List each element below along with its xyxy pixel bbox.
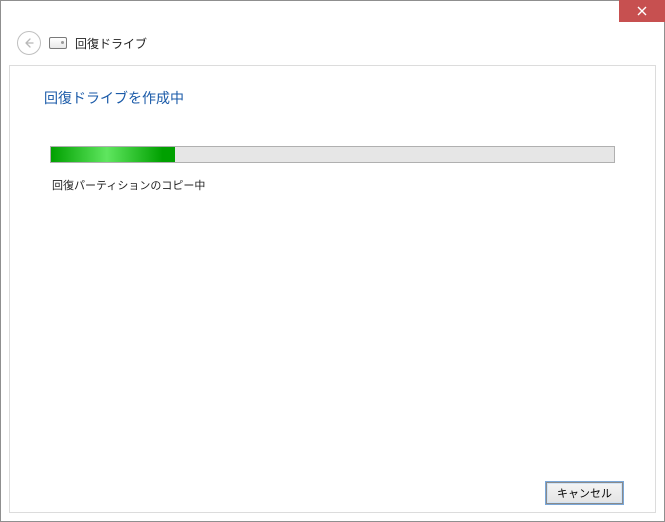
wizard-title: 回復ドライブ (75, 35, 147, 52)
recovery-drive-wizard-window: 回復ドライブ 回復ドライブを作成中 回復パーティションのコピー中 キャンセル (0, 0, 665, 522)
wizard-header: 回復ドライブ (1, 31, 664, 65)
titlebar (1, 1, 664, 31)
progress-bar (50, 146, 615, 163)
close-button[interactable] (619, 0, 665, 22)
progress-fill (51, 147, 175, 162)
progress-status-text: 回復パーティションのコピー中 (50, 177, 615, 193)
content-area: 回復ドライブを作成中 回復パーティションのコピー中 キャンセル (9, 65, 656, 513)
back-arrow-icon (23, 37, 35, 49)
back-button (17, 31, 41, 55)
footer: キャンセル (42, 474, 623, 504)
cancel-button[interactable]: キャンセル (546, 482, 623, 504)
close-icon (637, 6, 647, 16)
drive-icon (49, 37, 67, 49)
page-heading: 回復ドライブを作成中 (42, 88, 623, 108)
progress-section: 回復パーティションのコピー中 (42, 146, 623, 193)
